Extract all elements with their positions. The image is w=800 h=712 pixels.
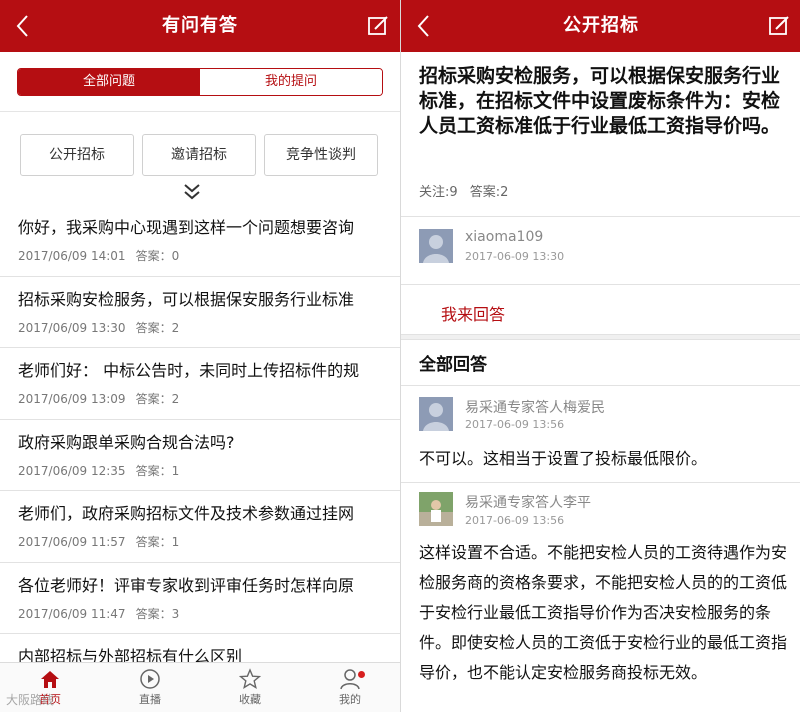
- answerer-name[interactable]: 易采通专家答人梅爱民: [465, 397, 605, 417]
- photo-avatar-icon: [419, 492, 453, 526]
- tab-my-questions[interactable]: 我的提问: [200, 69, 382, 95]
- question-stats: 关注:9 答案:2: [419, 181, 516, 200]
- my-answer-button[interactable]: 我来回答: [441, 301, 505, 325]
- answer-count: 答案：1: [135, 535, 180, 549]
- home-icon: [41, 671, 59, 688]
- divider: [401, 216, 800, 217]
- asker-name[interactable]: xiaoma109: [465, 229, 543, 245]
- nav-favorites[interactable]: 收藏: [200, 663, 300, 712]
- question-date: 2017/06/09 11:57: [18, 535, 126, 549]
- question-list: 你好，我采购中心现遇到这样一个问题想要咨询 2017/06/09 14:01 答案…: [0, 205, 400, 706]
- play-icon: [140, 669, 160, 689]
- answer-count: 答案:2: [469, 185, 509, 200]
- list-item[interactable]: 各位老师好！评审专家收到评审任务时怎样向原 2017/06/09 11:47 答案…: [0, 563, 400, 634]
- answerer-name[interactable]: 易采通专家答人李平: [465, 492, 591, 512]
- question-title: 招标采购安检服务，可以根据保安服务行业标准，在招标文件中设置废标条件为：安检人员…: [419, 65, 781, 137]
- question-title: 老师们好： 中标公告时，未同时上传招标件的规: [18, 361, 360, 380]
- list-item[interactable]: 招标采购安检服务，可以根据保安服务行业标准 2017/06/09 13:30 答案…: [0, 277, 400, 348]
- list-item[interactable]: 老师们好： 中标公告时，未同时上传招标件的规 2017/06/09 13:09 答…: [0, 348, 400, 420]
- avatar[interactable]: [419, 397, 453, 431]
- question-date: 2017/06/09 13:30: [18, 320, 126, 335]
- category-invited-tender-button[interactable]: 邀请招标: [142, 134, 256, 176]
- edit-icon[interactable]: [366, 14, 390, 38]
- divider: [401, 284, 800, 285]
- answer-count: 答案：0: [135, 249, 180, 263]
- watermark-text: 大阪路线: [6, 693, 55, 707]
- question-date: 2017/06/09 14:01: [18, 249, 126, 263]
- category-public-tender-button[interactable]: 公开招标: [20, 134, 134, 176]
- page-title: 公开招标: [563, 15, 639, 36]
- answer-time: 2017-06-09 13:56: [465, 418, 565, 431]
- answer-count: 答案：2: [135, 320, 180, 335]
- nav-live[interactable]: 直播: [100, 663, 200, 712]
- back-arrow-icon[interactable]: [12, 14, 36, 38]
- list-item[interactable]: 政府采购跟单采购合规合法吗? 2017/06/09 12:35 答案：1: [0, 420, 400, 491]
- notification-dot: [358, 671, 365, 678]
- question-title: 政府采购跟单采购合规合法吗?: [18, 432, 235, 452]
- category-competitive-negotiation-button[interactable]: 竞争性谈判: [264, 134, 378, 176]
- answer-count: 答案：3: [135, 606, 180, 621]
- question-date: 2017/06/09 12:35: [18, 463, 126, 478]
- questions-list-screen: 有问有答 全部问题 我的提问 公开招标 邀请招标 竞争性谈判 你好，我采购中心现…: [0, 0, 400, 712]
- answer-text: 这样设置不合适。不能把安检人员的工资待遇作为安检服务商的资格条要求，不能把安检人…: [419, 543, 788, 682]
- divider: [401, 482, 800, 483]
- nav-label: 直播: [139, 693, 161, 706]
- question-detail-screen: 公开招标 招标采购安检服务，可以根据保安服务行业标准，在招标文件中设置废标条件为…: [400, 0, 800, 712]
- category-buttons: 公开招标 邀请招标 竞争性谈判: [20, 134, 380, 176]
- nav-label: 收藏: [239, 693, 261, 706]
- asker-time: 2017-06-09 13:30: [465, 250, 565, 263]
- question-filter-tabs: 全部问题 我的提问: [0, 52, 400, 112]
- page-title: 有问有答: [162, 15, 238, 36]
- question-title: 各位老师好！评审专家收到评审任务时怎样向原: [18, 575, 355, 595]
- avatar[interactable]: [419, 229, 453, 263]
- question-title: 老师们，政府采购招标文件及技术参数通过挂网: [18, 504, 355, 523]
- follow-count: 关注:9: [419, 185, 458, 200]
- answer-time: 2017-06-09 13:56: [465, 514, 565, 527]
- answer-text: 不可以。这相当于设置了投标最低限价。: [419, 449, 708, 468]
- double-chevron-down-icon[interactable]: [181, 181, 203, 203]
- all-answers-header: 全部回答: [419, 355, 487, 375]
- back-arrow-icon[interactable]: [413, 14, 437, 38]
- list-item[interactable]: 老师们，政府采购招标文件及技术参数通过挂网 2017/06/09 11:57 答案…: [0, 491, 400, 563]
- avatar[interactable]: [419, 492, 453, 526]
- answer-count: 答案：1: [135, 463, 180, 478]
- divider: [401, 385, 800, 386]
- edit-icon[interactable]: [767, 14, 791, 38]
- answer-count: 答案：2: [135, 392, 180, 406]
- top-bar: 公开招标: [401, 0, 800, 52]
- question-date: 2017/06/09 11:47: [18, 606, 126, 621]
- list-item[interactable]: 你好，我采购中心现遇到这样一个问题想要咨询 2017/06/09 14:01 答案…: [0, 205, 400, 277]
- question-date: 2017/06/09 13:09: [18, 392, 126, 406]
- top-bar: 有问有答: [0, 0, 400, 52]
- question-title: 招标采购安检服务，可以根据保安服务行业标准: [18, 289, 355, 309]
- default-avatar-icon: [419, 229, 453, 263]
- star-icon: [239, 668, 261, 689]
- bottom-navigation: 首页 直播 收藏 我的: [0, 662, 400, 712]
- nav-mine[interactable]: 我的: [300, 663, 400, 712]
- user-icon: [340, 669, 360, 690]
- tab-all-questions[interactable]: 全部问题: [18, 69, 200, 95]
- question-title: 你好，我采购中心现遇到这样一个问题想要咨询: [18, 218, 355, 237]
- section-divider: [401, 334, 800, 340]
- default-avatar-icon: [419, 397, 453, 431]
- nav-label: 我的: [339, 693, 361, 706]
